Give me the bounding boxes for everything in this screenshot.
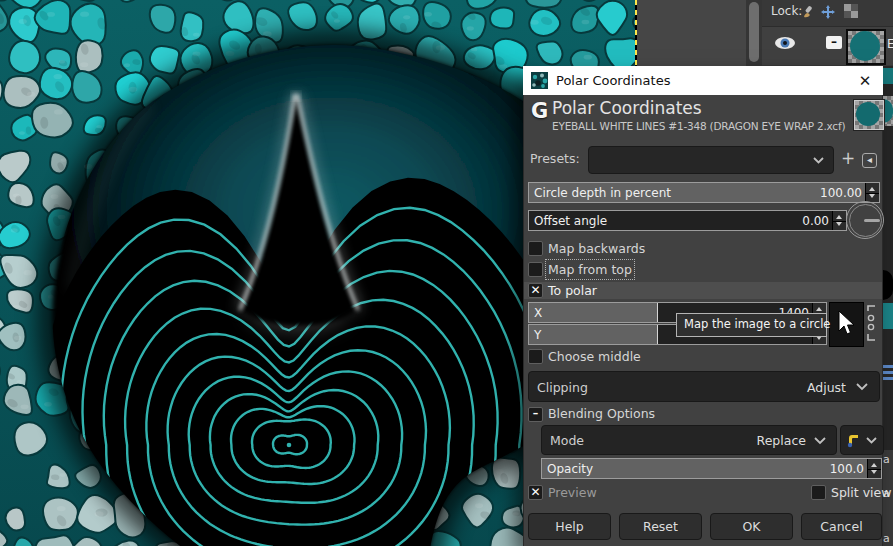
mode-combo[interactable]: Mode Replace (541, 425, 837, 455)
filter-title: Polar Coordinates (552, 98, 702, 118)
layer-link-icon[interactable]: – (826, 36, 842, 49)
reset-icon (846, 432, 862, 448)
choose-middle-row[interactable]: Choose middle (524, 348, 882, 365)
to-polar-row[interactable]: ✕ To polar (524, 282, 882, 299)
presets-combo[interactable] (588, 146, 834, 174)
lock-paint-icon[interactable] (800, 4, 816, 20)
gegl-logo: G (531, 99, 548, 123)
mouse-cursor (829, 302, 864, 347)
dialog-icon (531, 72, 548, 89)
chevron-down-icon (856, 383, 868, 391)
chevron-down-icon (866, 437, 877, 444)
chevron-down-icon (813, 157, 824, 164)
filter-subtitle: EYEBALL WHITE LINES #1-348 (DRAGON EYE W… (552, 120, 845, 132)
angle-dial[interactable] (846, 201, 884, 239)
offset-angle-slider[interactable]: Offset angle 0.00 (528, 210, 847, 231)
chain-link-icon[interactable] (865, 304, 877, 344)
filter-thumbnail (854, 100, 884, 130)
mode-reset-button[interactable] (840, 425, 884, 455)
layer-row[interactable]: – E (762, 26, 893, 65)
preview-checkbox[interactable]: ✕ (528, 485, 543, 500)
canvas-surround (637, 0, 746, 66)
cancel-button[interactable]: Cancel (801, 513, 882, 540)
scrollbar-thumb[interactable] (749, 2, 759, 62)
opacity-slider[interactable]: Opacity 100.0 (541, 458, 882, 479)
close-icon[interactable]: ✕ (855, 71, 875, 91)
lock-alpha-icon[interactable] (844, 4, 858, 18)
spinner[interactable] (867, 459, 881, 478)
map-backwards-checkbox[interactable] (528, 241, 543, 256)
vertical-scrollbar[interactable] (746, 0, 762, 66)
lock-move-icon[interactable] (820, 4, 836, 20)
layers-dock: Lock: – E (762, 0, 893, 66)
tooltip: Map the image to a circle (676, 313, 827, 337)
spinner[interactable] (832, 211, 846, 230)
to-polar-checkbox[interactable]: ✕ (528, 283, 543, 298)
preview-row[interactable]: ✕ Preview Split view (524, 484, 882, 501)
circle-depth-slider[interactable]: Circle depth in percent 100.00 (528, 182, 880, 203)
clipping-combo[interactable]: Clipping Adjust (528, 371, 880, 402)
layer-thumbnail[interactable] (846, 29, 886, 65)
right-dock-sliver: a a a (883, 66, 893, 546)
polar-coordinates-dialog: Polar Coordinates ✕ G Polar Coordinates … (523, 66, 883, 546)
split-view-checkbox[interactable] (811, 485, 826, 500)
layer-name-fragment: E (887, 37, 893, 51)
lock-label: Lock: (771, 4, 802, 18)
map-from-top-row[interactable]: Map from top (524, 261, 882, 278)
help-button[interactable]: Help (528, 513, 611, 540)
add-preset-button[interactable]: + (841, 148, 855, 168)
map-backwards-row[interactable]: Map backwards (524, 240, 882, 257)
reset-button[interactable]: Reset (619, 513, 702, 540)
chevron-down-icon (814, 437, 826, 445)
blending-expander[interactable]: – (528, 407, 543, 422)
ok-button[interactable]: OK (710, 513, 793, 540)
spinner[interactable] (865, 183, 879, 202)
preset-menu-button[interactable]: ◂ (862, 153, 877, 168)
dialog-body: G Polar Coordinates EYEBALL WHITE LINES … (523, 95, 883, 546)
map-from-top-checkbox[interactable] (528, 262, 543, 277)
dialog-titlebar[interactable]: Polar Coordinates ✕ (523, 66, 883, 95)
presets-label: Presets: (530, 151, 580, 166)
dialog-title: Polar Coordinates (556, 73, 670, 88)
lock-row: Lock: (762, 0, 893, 25)
choose-middle-checkbox[interactable] (528, 349, 543, 364)
gimp-window: Lock: – E a a a Polar Coordinates ✕ (0, 0, 893, 546)
layer-visible-eye-icon[interactable] (774, 35, 796, 51)
